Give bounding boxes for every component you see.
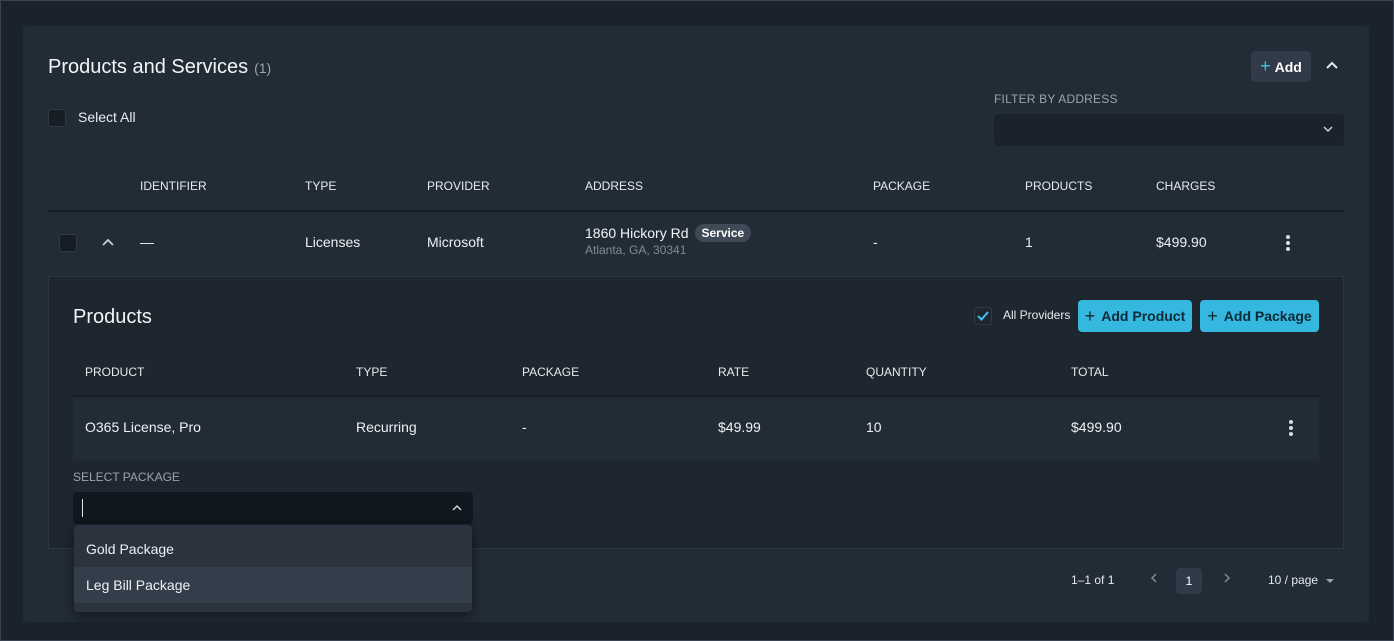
per-page-select[interactable]: 10 / page xyxy=(1268,573,1335,587)
column-header-address: ADDRESS xyxy=(585,179,644,193)
all-providers-label: All Providers xyxy=(1003,308,1071,322)
all-providers-checkbox[interactable] xyxy=(974,307,992,325)
package-option-gold[interactable]: Gold Package xyxy=(74,531,472,567)
product-quantity: 10 xyxy=(866,419,882,435)
select-package-input[interactable] xyxy=(73,492,473,524)
row-identifier: — xyxy=(140,234,154,250)
select-all-label: Select All xyxy=(78,109,136,125)
package-option-leg-bill[interactable]: Leg Bill Package xyxy=(74,567,472,603)
product-total: $499.90 xyxy=(1071,419,1122,435)
add-button-label: Add xyxy=(1274,58,1302,75)
row-address: 1860 Hickory Rd Service Atlanta, GA, 3034… xyxy=(585,224,752,257)
collapse-icon[interactable] xyxy=(1323,57,1341,75)
pagination-range: 1–1 of 1 xyxy=(1071,573,1115,587)
product-column-header-product: PRODUCT xyxy=(85,365,145,379)
address-line2: Atlanta, GA, 30341 xyxy=(585,243,687,257)
product-more-icon[interactable] xyxy=(1289,420,1293,438)
section-count: (1) xyxy=(254,60,272,76)
product-column-header-package: PACKAGE xyxy=(522,365,580,379)
plus-icon: + xyxy=(1207,305,1218,326)
product-column-header-type: TYPE xyxy=(356,365,388,379)
prev-page-icon[interactable] xyxy=(1149,571,1159,588)
product-column-header-total: TOTAL xyxy=(1071,365,1109,379)
add-product-button[interactable]: + Add Product xyxy=(1078,300,1192,332)
column-header-provider: PROVIDER xyxy=(427,179,490,193)
page-number-button[interactable]: 1 xyxy=(1176,568,1202,594)
add-package-button[interactable]: + Add Package xyxy=(1200,300,1319,332)
column-header-charges: CHARGES xyxy=(1156,179,1216,193)
product-row[interactable] xyxy=(73,397,1319,460)
chevron-up-icon xyxy=(452,504,462,511)
add-button[interactable]: + Add xyxy=(1251,51,1311,82)
product-package: - xyxy=(522,419,527,435)
select-package-label: SELECT PACKAGE xyxy=(73,470,180,484)
row-checkbox[interactable] xyxy=(59,234,77,252)
product-name: O365 License, Pro xyxy=(85,419,201,435)
row-charges: $499.90 xyxy=(1156,234,1207,250)
section-title-text: Products and Services xyxy=(48,56,249,78)
products-services-card: Products and Services (1) + Add Select Al… xyxy=(23,26,1369,622)
next-page-icon[interactable] xyxy=(1222,571,1232,588)
checkmark-icon xyxy=(977,311,989,321)
filter-by-address-select[interactable] xyxy=(994,114,1344,146)
products-title: Products xyxy=(73,306,152,328)
product-type: Recurring xyxy=(356,419,417,435)
row-provider: Microsoft xyxy=(427,234,484,250)
product-rate: $49.99 xyxy=(718,419,761,435)
column-header-package: PACKAGE xyxy=(873,179,931,193)
section-title: Products and Services (1) xyxy=(48,56,271,79)
package-dropdown: Gold Package Leg Bill Package xyxy=(74,525,472,612)
add-package-label: Add Package xyxy=(1223,308,1312,324)
service-badge: Service xyxy=(694,224,752,242)
text-caret xyxy=(82,499,83,517)
product-column-header-rate: RATE xyxy=(718,365,750,379)
row-collapse-chevron-icon[interactable] xyxy=(99,234,117,252)
filter-by-address-label: FILTER BY ADDRESS xyxy=(994,92,1118,106)
product-column-header-quantity: QUANTITY xyxy=(866,365,927,379)
row-package: - xyxy=(873,234,878,250)
chevron-down-icon xyxy=(1323,126,1333,133)
column-header-identifier: IDENTIFIER xyxy=(140,179,207,193)
per-page-label: 10 / page xyxy=(1268,573,1319,587)
caret-down-icon xyxy=(1326,578,1335,583)
row-more-icon[interactable] xyxy=(1286,235,1290,253)
address-line1: 1860 Hickory Rd xyxy=(585,225,689,241)
plus-icon: + xyxy=(1084,305,1096,326)
column-header-products: PRODUCTS xyxy=(1025,179,1093,193)
column-header-type: TYPE xyxy=(305,179,337,193)
select-all-checkbox[interactable] xyxy=(48,109,66,127)
row-type: Licenses xyxy=(305,234,361,250)
row-products: 1 xyxy=(1025,234,1033,250)
add-product-label: Add Product xyxy=(1101,308,1186,324)
plus-icon: + xyxy=(1260,56,1271,76)
